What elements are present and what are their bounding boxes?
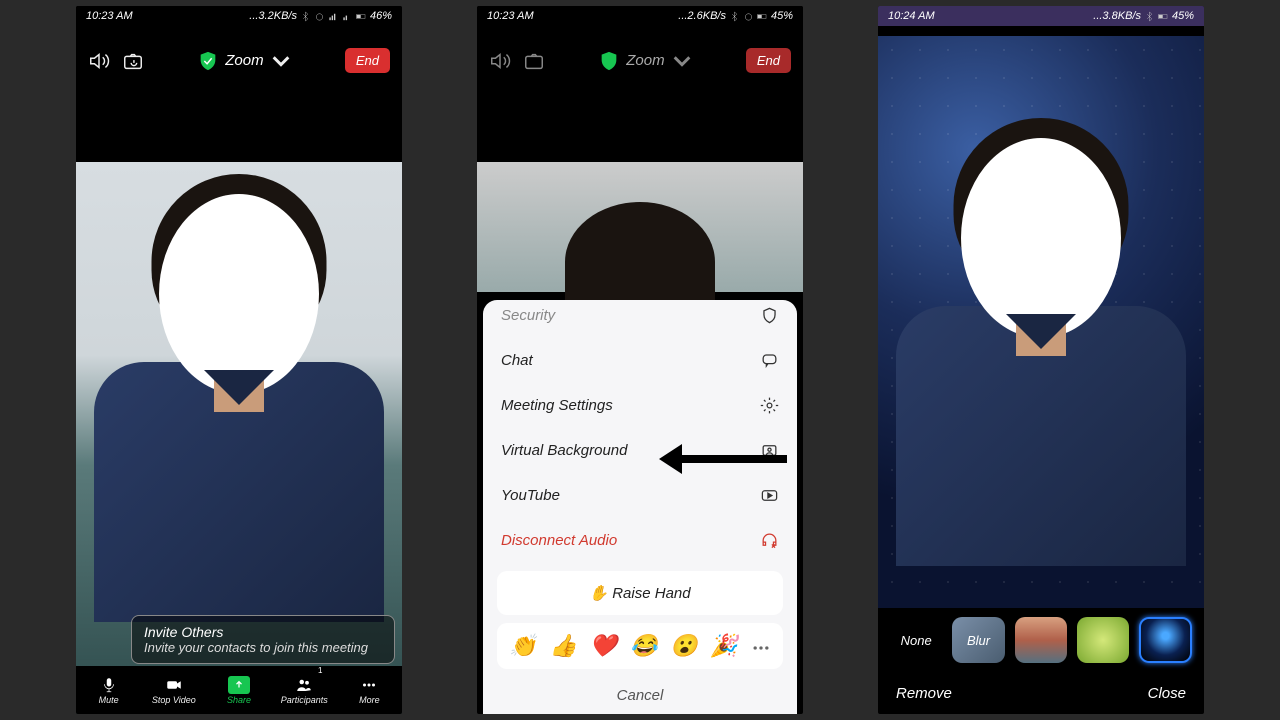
speaker-icon (88, 50, 110, 72)
status-batt: 46% (370, 10, 392, 22)
video-feed-space (878, 36, 1204, 608)
status-bar: 10:23 AM ...2.6KB/s 45% (477, 6, 803, 26)
share-button[interactable]: Share (206, 666, 271, 714)
camera-flip-icon (122, 50, 144, 72)
raise-hand-button[interactable]: ✋ Raise Hand (497, 571, 783, 615)
phone-screen-3: 10:24 AM ...3.8KB/s 45% None Blur Remove… (878, 6, 1204, 714)
video-icon (164, 676, 184, 694)
reactions-row: 👏 👍 ❤️ 😂 😮 🎉 (497, 623, 783, 669)
bg-option-earth-selected[interactable] (1139, 617, 1192, 663)
bluetooth-icon (1144, 11, 1155, 22)
alarm-icon (314, 11, 325, 22)
battery-icon (1158, 11, 1169, 22)
background-picker: None Blur (878, 608, 1204, 672)
cancel-button[interactable]: Cancel (483, 673, 797, 706)
phone-screen-2: 10:23 AM ...2.6KB/s 45% Zoom End Securit… (477, 6, 803, 714)
headphone-x-icon (760, 531, 779, 550)
flip-camera-button[interactable] (523, 50, 545, 72)
chat-icon (760, 351, 779, 370)
status-right: ...2.6KB/s 45% (678, 10, 793, 22)
participants-icon (294, 676, 314, 694)
mic-icon (99, 676, 119, 694)
reaction-joy[interactable]: 😂 (630, 633, 657, 659)
meeting-title-button[interactable]: Zoom (557, 50, 734, 72)
participants-count: 1 (318, 666, 322, 675)
status-time: 10:23 AM (86, 10, 133, 22)
chevron-down-icon (671, 50, 693, 72)
youtube-icon (760, 486, 779, 505)
remove-button[interactable]: Remove (896, 685, 952, 702)
battery-icon (757, 11, 768, 22)
meeting-topbar: Zoom End (76, 26, 402, 83)
shield-outline-icon (760, 306, 779, 325)
meeting-title: Zoom (626, 52, 664, 69)
menu-item-disconnect-audio[interactable]: Disconnect Audio (483, 518, 797, 563)
status-time: 10:23 AM (487, 10, 534, 22)
signal-icon-2 (342, 11, 353, 22)
gear-icon (760, 396, 779, 415)
reaction-wow[interactable]: 😮 (670, 633, 697, 659)
bg-option-blur[interactable]: Blur (952, 617, 1004, 663)
more-button[interactable]: More (337, 666, 402, 714)
end-button[interactable]: End (345, 48, 390, 73)
menu-item-security[interactable]: Security (483, 300, 797, 338)
reaction-thumbsup[interactable]: 👍 (550, 633, 577, 659)
end-button[interactable]: End (746, 48, 791, 73)
reaction-tada[interactable]: 🎉 (710, 633, 737, 659)
close-button[interactable]: Close (1148, 685, 1186, 702)
meeting-title-button[interactable]: Zoom (156, 50, 333, 72)
reaction-more[interactable] (751, 633, 771, 659)
participants-button[interactable]: 1Participants (272, 666, 337, 714)
invite-tooltip[interactable]: Invite Others Invite your contacts to jo… (131, 615, 395, 664)
stop-video-button[interactable]: Stop Video (141, 666, 206, 714)
bg-option-bridge[interactable] (1015, 617, 1067, 663)
status-right: ...3.2KB/s 46% (249, 10, 392, 22)
annotation-arrow (657, 440, 787, 483)
menu-item-settings[interactable]: Meeting Settings (483, 383, 797, 428)
mute-button[interactable]: Mute (76, 666, 141, 714)
reaction-heart[interactable]: ❤️ (590, 633, 617, 659)
more-icon (359, 676, 379, 694)
speaker-button[interactable] (489, 50, 511, 72)
reaction-clap[interactable]: 👏 (509, 633, 536, 659)
video-feed-dim (477, 162, 803, 292)
bottom-toolbar: Mute Stop Video Share 1Participants More (76, 666, 402, 714)
alarm-icon (743, 11, 754, 22)
shield-icon (197, 50, 219, 72)
bg-option-grass[interactable] (1077, 617, 1129, 663)
bluetooth-icon (729, 11, 740, 22)
menu-item-chat[interactable]: Chat (483, 338, 797, 383)
vbg-bottom-bar: Remove Close (878, 672, 1204, 714)
meeting-title: Zoom (225, 52, 263, 69)
status-time: 10:24 AM (888, 10, 935, 22)
status-bar: 10:23 AM ...3.2KB/s 46% (76, 6, 402, 26)
camera-flip-icon (523, 50, 545, 72)
invite-subtitle: Invite your contacts to join this meetin… (144, 640, 382, 655)
status-net: ...3.2KB/s (249, 10, 297, 22)
bg-option-none[interactable]: None (890, 617, 942, 663)
share-icon (228, 676, 250, 694)
meeting-topbar: Zoom End (477, 26, 803, 83)
status-right: ...3.8KB/s 45% (1093, 10, 1194, 22)
speaker-button[interactable] (88, 50, 110, 72)
chevron-down-icon (270, 50, 292, 72)
phone-screen-1: 10:23 AM ...3.2KB/s 46% Zoom End Invite … (76, 6, 402, 714)
flip-camera-button[interactable] (122, 50, 144, 72)
status-bar: 10:24 AM ...3.8KB/s 45% (878, 6, 1204, 26)
speaker-icon (489, 50, 511, 72)
signal-icon (328, 11, 339, 22)
bluetooth-icon (300, 11, 311, 22)
battery-icon (356, 11, 367, 22)
invite-title: Invite Others (144, 624, 382, 640)
shield-icon (598, 50, 620, 72)
more-actions-sheet: Security Chat Meeting Settings Virtual B… (483, 300, 797, 714)
